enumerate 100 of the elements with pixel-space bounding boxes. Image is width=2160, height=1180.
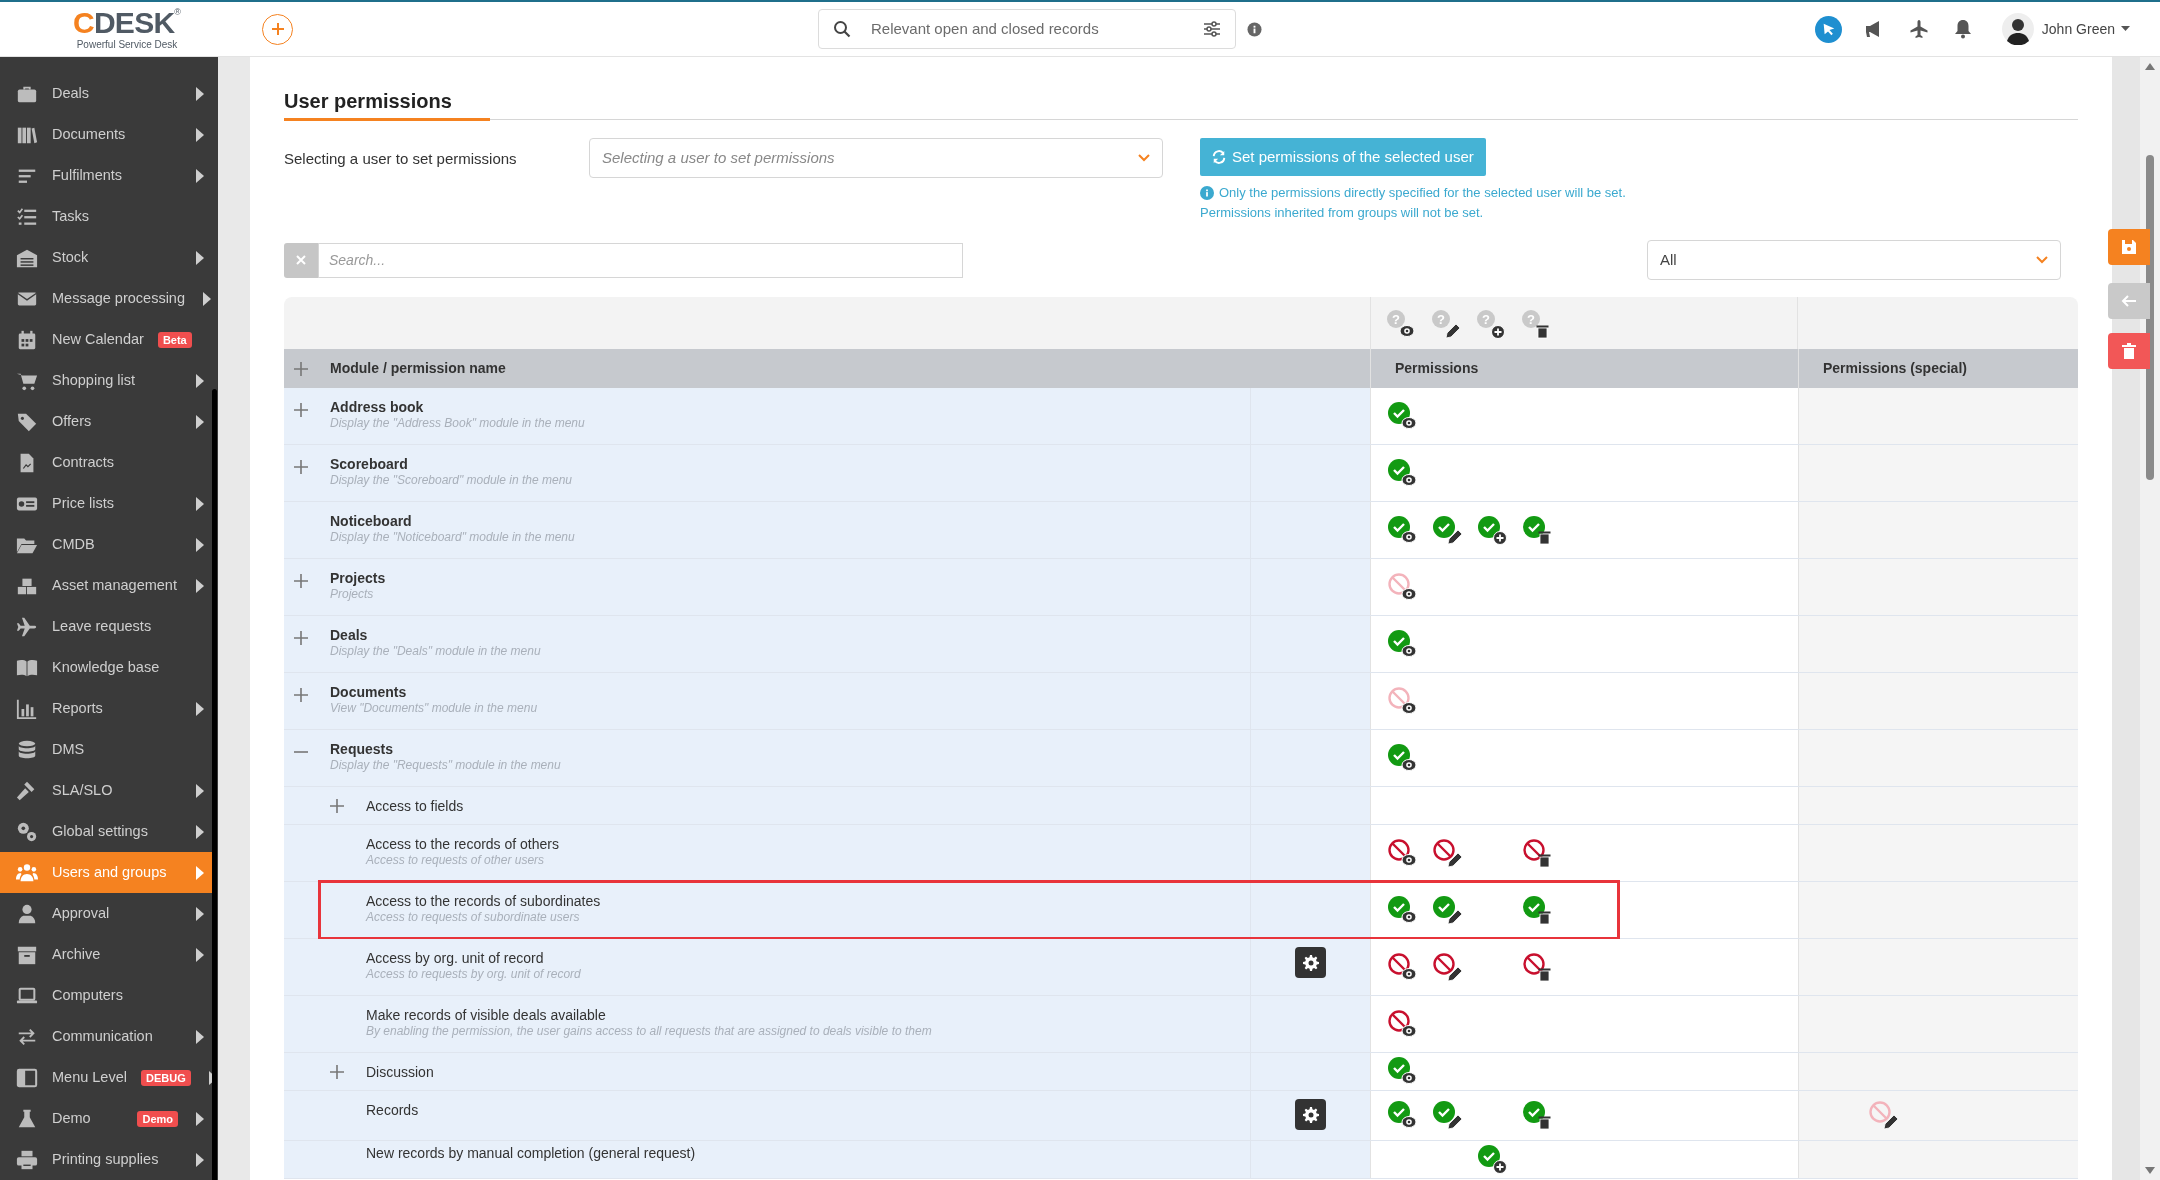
sidebar-item[interactable]: SLA/SLO <box>0 770 212 811</box>
check-eye-icon[interactable] <box>1387 514 1419 546</box>
info-text: Permissions inherited from groups will not be set. <box>1200 204 1484 222</box>
sidebar-item[interactable]: Message processing <box>0 278 212 319</box>
plus-icon[interactable] <box>294 631 308 645</box>
sidebar-scrollbar[interactable] <box>212 389 217 1180</box>
check-eye-icon[interactable] <box>1387 1100 1419 1131</box>
sidebar-item[interactable]: DMS <box>0 729 212 770</box>
search-input[interactable]: Relevant open and closed records <box>871 17 1183 41</box>
scroll-up-icon[interactable] <box>2145 63 2155 70</box>
search-field[interactable]: Relevant open and closed records <box>818 9 1236 49</box>
sidebar-item[interactable]: New Calendar Beta <box>0 319 212 360</box>
plus-icon[interactable] <box>294 460 308 474</box>
plus-icon[interactable] <box>294 688 308 702</box>
check-plus-icon[interactable] <box>1477 1144 1509 1175</box>
chevron-down-icon <box>1138 154 1150 162</box>
scrollbar-thumb[interactable] <box>2146 155 2154 480</box>
check-eye-icon[interactable] <box>1387 1056 1419 1087</box>
plus-icon[interactable] <box>330 1064 344 1079</box>
prohibited-eye-icon[interactable] <box>1387 837 1419 869</box>
sidebar-item[interactable]: Deals <box>0 73 212 114</box>
permission-description: Display the "Deals" module in the menu <box>330 644 541 658</box>
sidebar-item[interactable]: CMDB <box>0 524 212 565</box>
sidebar-item[interactable]: Documents <box>0 114 212 155</box>
check-eye-icon[interactable] <box>1387 628 1419 660</box>
bell-icon[interactable] <box>1953 19 1972 39</box>
sidebar-item[interactable]: Stock <box>0 237 212 278</box>
check-plus-icon[interactable] <box>1477 514 1509 546</box>
permission-name: Access by org. unit of record <box>366 949 545 967</box>
sidebar-item[interactable]: Reports <box>0 688 212 729</box>
check-pencil-icon[interactable] <box>1432 894 1464 926</box>
airplane-icon[interactable] <box>1908 19 1929 39</box>
prohibited-eye-icon[interactable] <box>1387 1008 1419 1040</box>
plus-icon[interactable] <box>330 798 344 813</box>
sidebar-item[interactable]: Shopping list <box>0 360 212 401</box>
sidebar-item[interactable]: Price lists <box>0 483 212 524</box>
settings-button[interactable] <box>1295 1099 1326 1130</box>
check-pencil-icon[interactable] <box>1432 514 1464 546</box>
permission-name: Access to the records of others <box>366 835 559 853</box>
permission-description: Access to requests of subordinate users <box>366 910 581 924</box>
avatar-icon[interactable] <box>2001 13 2034 45</box>
prohibited-trash-icon[interactable] <box>1522 951 1554 983</box>
permission-name: Documents <box>330 683 408 701</box>
sidebar-item[interactable]: Global settings <box>0 811 212 852</box>
sidebar-item[interactable]: Knowledge base <box>0 647 212 688</box>
permission-name: Records <box>366 1101 419 1119</box>
sidebar-item[interactable]: Asset management <box>0 565 212 606</box>
user-select[interactable]: Selecting a user to set permissions <box>589 138 1163 178</box>
cursor-icon[interactable] <box>1814 15 1842 43</box>
plus-icon[interactable] <box>294 403 308 417</box>
sidebar-item[interactable]: Menu Level DEBUG <box>0 1057 212 1098</box>
check-trash-icon[interactable] <box>1522 514 1554 546</box>
plus-icon[interactable] <box>294 574 308 588</box>
close-icon <box>296 255 306 265</box>
chevron-down-icon <box>2036 256 2048 264</box>
info-icon <box>1200 186 1214 200</box>
sidebar-item[interactable]: Demo Demo <box>0 1098 212 1139</box>
check-eye-icon[interactable] <box>1387 742 1419 774</box>
sidebar-item[interactable]: Approval <box>0 893 212 934</box>
calendar-icon <box>16 328 38 351</box>
sidebar-item[interactable]: Printing supplies <box>0 1139 212 1180</box>
sidebar-item[interactable]: Leave requests <box>0 606 212 647</box>
check-eye-icon[interactable] <box>1387 894 1419 926</box>
filter-icon[interactable] <box>1203 21 1221 37</box>
scroll-down-icon[interactable] <box>2145 1167 2155 1174</box>
save-button[interactable] <box>2108 229 2150 265</box>
prohibited-eye-icon[interactable] <box>1387 951 1419 983</box>
check-eye-icon[interactable] <box>1387 400 1419 432</box>
check-pencil-icon[interactable] <box>1432 1100 1464 1131</box>
field-label: Selecting a user to set permissions <box>284 149 518 169</box>
permission-description: Display the "Scoreboard" module in the menu <box>330 473 572 487</box>
filter-select[interactable]: All <box>1647 240 2061 280</box>
user-menu[interactable]: John Green <box>2041 18 2130 40</box>
check-trash-icon[interactable] <box>1522 1100 1554 1131</box>
scrollbar[interactable] <box>2140 57 2160 1180</box>
sidebar-item[interactable]: Offers <box>0 401 212 442</box>
trash-icon <box>2121 343 2137 359</box>
database-icon <box>16 738 38 761</box>
check-eye-icon[interactable] <box>1387 457 1419 489</box>
sidebar-item[interactable]: Communication <box>0 1016 212 1057</box>
select-input[interactable]: Selecting a user to set permissions <box>602 146 1138 170</box>
settings-button[interactable] <box>1295 947 1326 978</box>
permission-name: Access to the records of subordinates <box>366 892 601 910</box>
check-trash-icon[interactable] <box>1522 894 1554 926</box>
sidebar-item[interactable]: Contracts <box>0 442 212 483</box>
sidebar-item[interactable]: Fulfilments <box>0 155 212 196</box>
info-text: Only the permissions directly specified for the selected user will be set. <box>1219 184 1626 202</box>
gear-icon <box>1302 1106 1319 1123</box>
prohibited-pencil-icon[interactable] <box>1432 951 1464 983</box>
info-icon[interactable] <box>1247 21 1262 37</box>
search-icon <box>833 20 851 38</box>
sidebar-item[interactable]: Computers <box>0 975 212 1016</box>
prohibited-trash-icon[interactable] <box>1522 837 1554 869</box>
airplane-icon <box>16 615 38 638</box>
permission-name: Noticeboard <box>330 512 413 530</box>
search-input[interactable]: Search... <box>318 242 963 278</box>
prohibited-pencil-icon[interactable] <box>1432 837 1464 869</box>
delete-button[interactable] <box>2108 333 2150 369</box>
sidebar-item[interactable]: Tasks <box>0 196 212 237</box>
sidebar-item[interactable]: Archive <box>0 934 212 975</box>
